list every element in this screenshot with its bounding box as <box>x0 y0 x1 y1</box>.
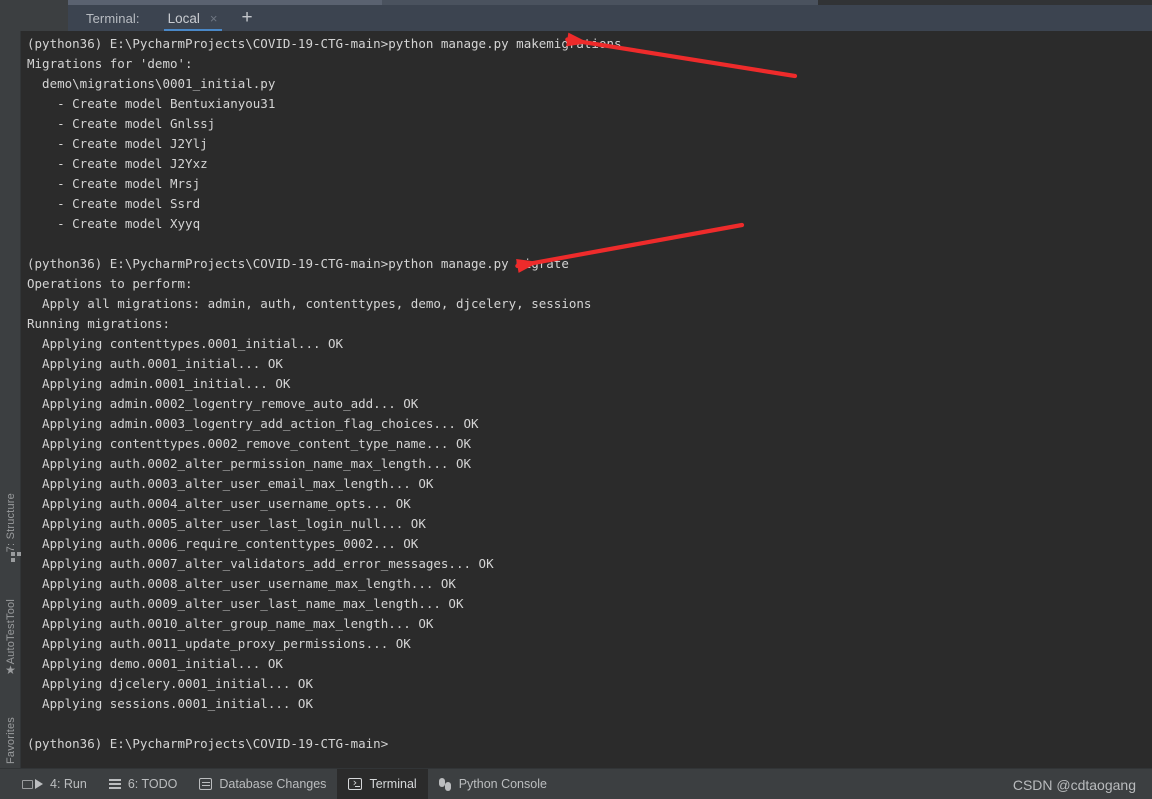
terminal-line: Applying auth.0001_initial... OK <box>27 356 283 371</box>
terminal-label: Terminal: <box>86 10 140 26</box>
terminal-line: Operations to perform: <box>27 276 193 291</box>
terminal-line: - Create model J2Ylj <box>27 136 208 151</box>
statusbar-item-database-changes-label: Database Changes <box>219 777 327 791</box>
terminal-line: Applying auth.0007_alter_validators_add_… <box>27 556 494 571</box>
statusbar-item-python-console-label: Python Console <box>458 777 547 791</box>
terminal-line: (python36) E:\PycharmProjects\COVID-19-C… <box>27 736 389 751</box>
terminal-line: Applying auth.0011_update_proxy_permissi… <box>27 636 411 651</box>
terminal-line: Applying auth.0010_alter_group_name_max_… <box>27 616 434 631</box>
sidebar-item-autotesttool-label: AutoTestTool <box>4 599 17 665</box>
terminal-line: Applying djcelery.0001_initial... OK <box>27 676 313 691</box>
statusbar-item-run[interactable]: 4: Run <box>24 769 98 799</box>
terminal-line: Applying admin.0001_initial... OK <box>27 376 291 391</box>
terminal-output-panel[interactable]: (python36) E:\PycharmProjects\COVID-19-C… <box>21 31 1152 768</box>
terminal-line: Applying demo.0001_initial... OK <box>27 656 283 671</box>
terminal-line: Applying sessions.0001_initial... OK <box>27 696 313 711</box>
terminal-line: Applying auth.0009_alter_user_last_name_… <box>27 596 464 611</box>
terminal-line: - Create model Ssrd <box>27 196 201 211</box>
terminal-line: demo\migrations\0001_initial.py <box>27 76 276 91</box>
database-icon <box>199 778 213 790</box>
tab-local-label: Local <box>167 10 200 26</box>
todo-icon <box>108 779 121 789</box>
terminal-icon <box>348 776 363 790</box>
star-icon: ★ <box>5 663 16 678</box>
sidebar-item-autotesttool[interactable]: ★ AutoTestTool <box>0 599 21 680</box>
left-tool-strip: 7: Structure ★ AutoTestTool ★ 2: Favorit… <box>0 31 21 789</box>
plus-icon[interactable]: + <box>242 8 253 27</box>
close-icon[interactable]: × <box>210 11 218 26</box>
watermark: CSDN @cdtaogang <box>1012 776 1136 793</box>
terminal-line: - Create model Mrsj <box>27 176 201 191</box>
terminal-line: Applying admin.0002_logentry_remove_auto… <box>27 396 419 411</box>
terminal-line: Applying auth.0003_alter_user_email_max_… <box>27 476 434 491</box>
statusbar-item-terminal-label: Terminal <box>369 777 417 791</box>
statusbar-item-terminal[interactable]: Terminal <box>337 768 428 799</box>
statusbar-item-python-console[interactable]: Python Console <box>428 769 558 799</box>
terminal-line: Applying auth.0002_alter_permission_name… <box>27 456 472 471</box>
terminal-line: - Create model Bentuxianyou31 <box>27 96 276 111</box>
terminal-line: - Create model J2Yxz <box>27 156 208 171</box>
statusbar-corner-icon[interactable] <box>22 769 33 799</box>
terminal-line: (python36) E:\PycharmProjects\COVID-19-C… <box>27 36 622 51</box>
sidebar-item-structure[interactable]: 7: Structure <box>0 493 21 563</box>
terminal-line: Migrations for 'demo': <box>27 56 193 71</box>
terminal-line: Running migrations: <box>27 316 170 331</box>
terminal-line: Applying auth.0006_require_contenttypes_… <box>27 536 419 551</box>
status-bar: 4: Run 6: TODO Database Changes Terminal… <box>0 768 1152 799</box>
terminal-line: Applying auth.0005_alter_user_last_login… <box>27 516 426 531</box>
terminal-tab-bar: Terminal: Local × + <box>68 5 1152 31</box>
terminal-line: Applying admin.0003_logentry_add_action_… <box>27 416 479 431</box>
statusbar-item-database-changes[interactable]: Database Changes <box>188 769 337 799</box>
header-left-filler <box>0 5 68 31</box>
run-icon <box>35 779 43 789</box>
pycharm-window: Terminal: Local × + 7: Structure ★ AutoT… <box>0 0 1152 799</box>
terminal-line: Applying contenttypes.0001_initial... OK <box>27 336 344 351</box>
terminal-line: (python36) E:\PycharmProjects\COVID-19-C… <box>27 256 569 271</box>
statusbar-item-run-label: 4: Run <box>50 777 87 791</box>
terminal-line: - Create model Xyyq <box>27 216 201 231</box>
terminal-line: Applying auth.0004_alter_user_username_o… <box>27 496 411 511</box>
terminal-text: (python36) E:\PycharmProjects\COVID-19-C… <box>27 34 622 754</box>
terminal-line: - Create model Gnlssj <box>27 116 216 131</box>
statusbar-item-todo-label: 6: TODO <box>127 777 178 791</box>
terminal-line: Applying auth.0008_alter_user_username_m… <box>27 576 456 591</box>
terminal-line: Applying contenttypes.0002_remove_conten… <box>27 436 472 451</box>
tab-local[interactable]: Local × <box>163 5 222 31</box>
statusbar-item-todo[interactable]: 6: TODO <box>98 769 189 799</box>
terminal-line: Apply all migrations: admin, auth, conte… <box>27 296 592 311</box>
python-icon <box>438 777 452 791</box>
sidebar-item-structure-label: 7: Structure <box>4 493 17 553</box>
